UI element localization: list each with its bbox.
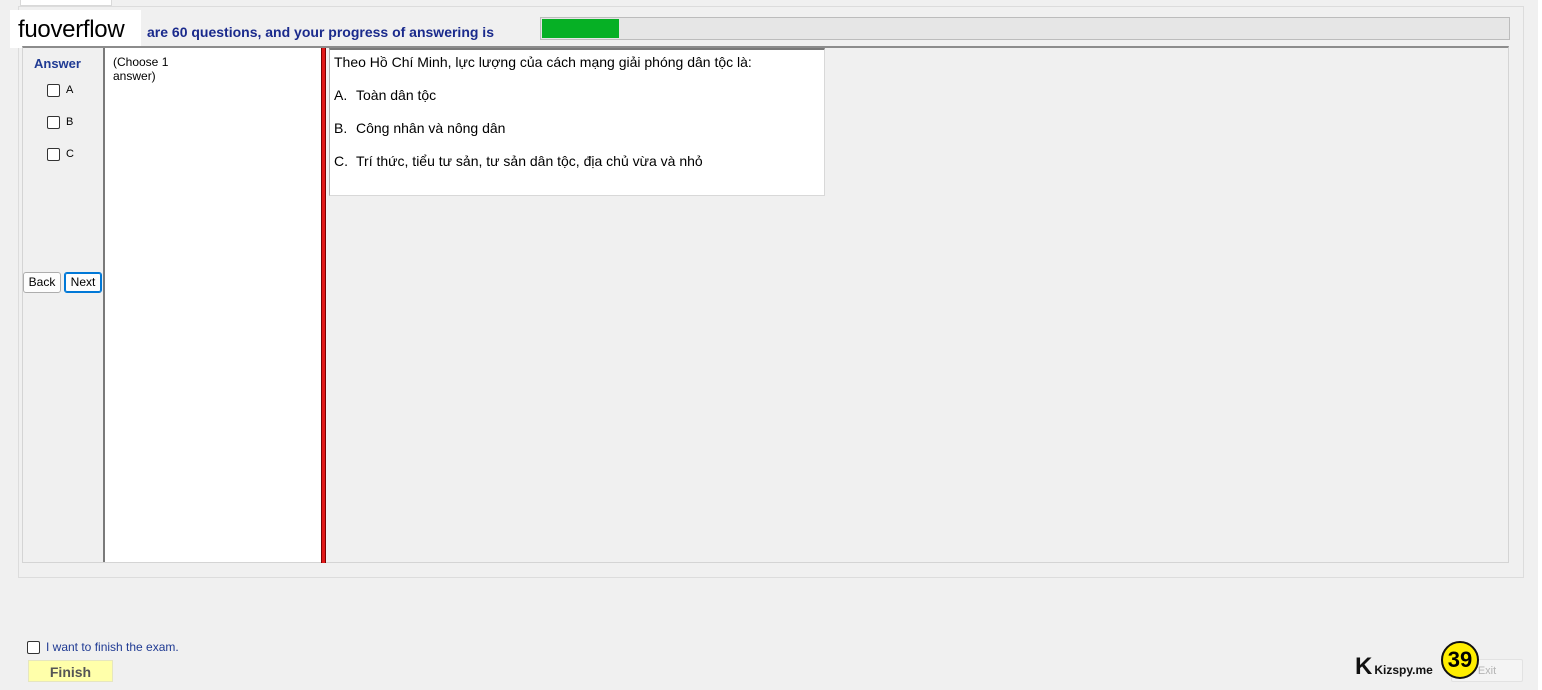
progress-bar — [540, 17, 1510, 40]
instruction-text: (Choose 1 answer) — [113, 55, 169, 83]
question-option-letter: B. — [334, 120, 348, 136]
kizspy-logo-text: Kizspy.me — [1374, 663, 1433, 677]
question-option-letter: C. — [334, 153, 348, 169]
finish-confirm[interactable]: I want to finish the exam. — [27, 640, 179, 654]
watermark: fuoverflow — [10, 10, 141, 48]
question-option-text: Trí thức, tiểu tư sản, tư sản dân tộc, đ… — [356, 153, 703, 169]
question-option-text: Toàn dân tộc — [356, 87, 437, 103]
question-option-letter: A. — [334, 87, 348, 103]
answer-option-a[interactable]: A — [47, 83, 73, 97]
answer-option-label: C — [66, 148, 74, 160]
question-option-text: Công nhân và nông dân — [356, 120, 506, 136]
finish-confirm-label: I want to finish the exam. — [46, 640, 179, 654]
answer-option-b[interactable]: B — [47, 115, 73, 129]
question-option-a: A. Toàn dân tộc — [334, 87, 436, 103]
back-button[interactable]: Back — [23, 272, 61, 293]
answer-option-label: A — [66, 84, 74, 96]
question-panel: Theo Hồ Chí Minh, lực lượng của cách mạn… — [329, 48, 825, 196]
answer-checkbox-c[interactable] — [47, 147, 60, 161]
answer-option-label: B — [66, 116, 74, 128]
answer-option-c[interactable]: C — [47, 147, 74, 161]
question-text: Theo Hồ Chí Minh, lực lượng của cách mạn… — [334, 54, 752, 70]
progress-fill — [542, 19, 619, 38]
kizspy-logo-icon: K — [1355, 653, 1373, 680]
finish-button[interactable]: Finish — [28, 660, 113, 682]
answer-title: Answer — [34, 56, 81, 71]
next-button[interactable]: Next — [64, 272, 102, 293]
panel-splitter[interactable] — [321, 48, 326, 563]
instruction-panel: (Choose 1 answer) — [103, 48, 322, 562]
answer-checkbox-b[interactable] — [47, 115, 60, 129]
window-edge — [1538, 0, 1542, 690]
kizspy-logo: K Kizspy.me — [1355, 653, 1433, 680]
answer-checkbox-a[interactable] — [47, 83, 60, 97]
progress-label: are 60 questions, and your progress of a… — [147, 24, 494, 40]
finish-confirm-checkbox[interactable] — [27, 640, 40, 654]
question-counter-badge: 39 — [1441, 641, 1479, 679]
question-option-b: B. Công nhân và nông dân — [334, 120, 505, 136]
question-option-c: C. Trí thức, tiểu tư sản, tư sản dân tộc,… — [334, 153, 703, 169]
